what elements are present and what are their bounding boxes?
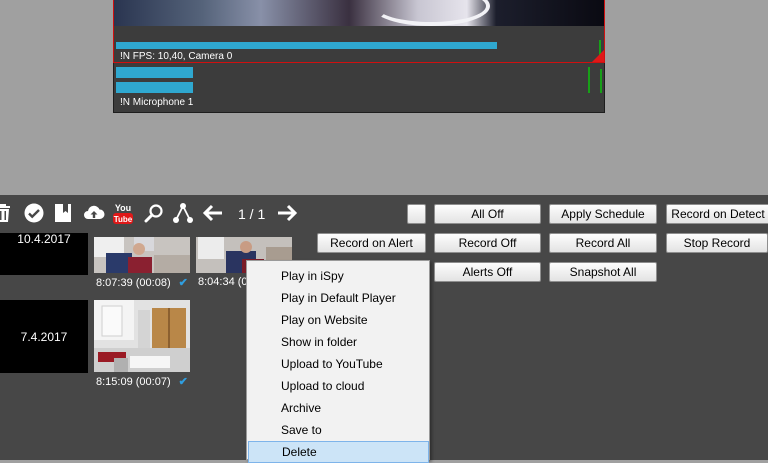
menu-item-upload-to-youtube[interactable]: Upload to YouTube	[247, 353, 429, 375]
clip-time: 8:15:09 (00:07)	[96, 376, 171, 388]
youtube-icon[interactable]: You Tube	[112, 202, 134, 224]
share-tree-icon[interactable]	[172, 202, 194, 224]
apply-schedule-button[interactable]: Apply Schedule	[549, 204, 657, 224]
page-indicator: 1 / 1	[238, 206, 266, 222]
clip-thumbnail[interactable]	[94, 300, 190, 372]
menu-item-show-in-folder[interactable]: Show in folder	[247, 331, 429, 353]
all-off-button[interactable]: All Off	[434, 204, 541, 224]
mic-meter-left	[588, 67, 590, 93]
menu-item-play-in-ispy[interactable]: Play in iSpy	[247, 265, 429, 287]
menu-item-archive[interactable]: Archive	[247, 397, 429, 419]
microphone-panel[interactable]: !N Microphone 1	[113, 63, 605, 113]
checkmark-icon: ✔	[178, 376, 188, 388]
mic-meter-right	[600, 69, 602, 93]
clip-time: 8:07:39 (00:08)	[96, 277, 171, 289]
youtube-label: You	[115, 203, 131, 213]
date-group-header[interactable]: 7.4.2017	[0, 300, 88, 373]
partial-button[interactable]	[407, 204, 426, 224]
menu-item-save-to[interactable]: Save to	[247, 419, 429, 441]
camera-level-bar	[116, 42, 497, 49]
camera-status: !N FPS: 10,40, Camera 0	[120, 51, 233, 62]
camera-panel[interactable]: !N FPS: 10,40, Camera 0	[113, 0, 605, 63]
bookmark-icon[interactable]	[52, 202, 74, 224]
arrow-left-icon[interactable]	[202, 202, 224, 224]
trash-icon[interactable]	[0, 202, 14, 224]
checkmark-icon: ✔	[178, 277, 188, 289]
mic-level-bar-2	[116, 82, 193, 93]
recordings-toolbar: You Tube 1 / 1	[0, 195, 407, 233]
record-on-alert-button[interactable]: Record on Alert	[317, 233, 426, 253]
menu-item-upload-to-cloud[interactable]: Upload to cloud	[247, 375, 429, 397]
record-on-detect-button[interactable]: Record on Detect	[666, 204, 768, 224]
menu-item-play-in-default-player[interactable]: Play in Default Player	[247, 287, 429, 309]
stop-record-button[interactable]: Stop Record	[666, 233, 768, 253]
snapshot-all-button[interactable]: Snapshot All	[549, 262, 657, 282]
record-off-button[interactable]: Record Off	[434, 233, 541, 253]
check-circle-icon[interactable]	[23, 202, 45, 224]
search-icon[interactable]	[143, 202, 165, 224]
clip-thumbnail[interactable]	[94, 237, 190, 273]
record-all-button[interactable]: Record All	[549, 233, 657, 253]
menu-item-play-on-website[interactable]: Play on Website	[247, 309, 429, 331]
svg-text:Tube: Tube	[114, 215, 133, 224]
upload-cloud-icon[interactable]	[83, 202, 105, 224]
alert-flag-icon	[592, 50, 604, 62]
alerts-off-button[interactable]: Alerts Off	[434, 262, 541, 282]
mic-level-bar-1	[116, 67, 193, 78]
clip-time: 8:04:34 (0	[198, 276, 248, 288]
arrow-right-icon[interactable]	[276, 202, 298, 224]
microphone-status: !N Microphone 1	[120, 97, 194, 108]
camera-feed[interactable]	[114, 0, 604, 26]
context-menu: Play in iSpy Play in Default Player Play…	[246, 260, 430, 463]
